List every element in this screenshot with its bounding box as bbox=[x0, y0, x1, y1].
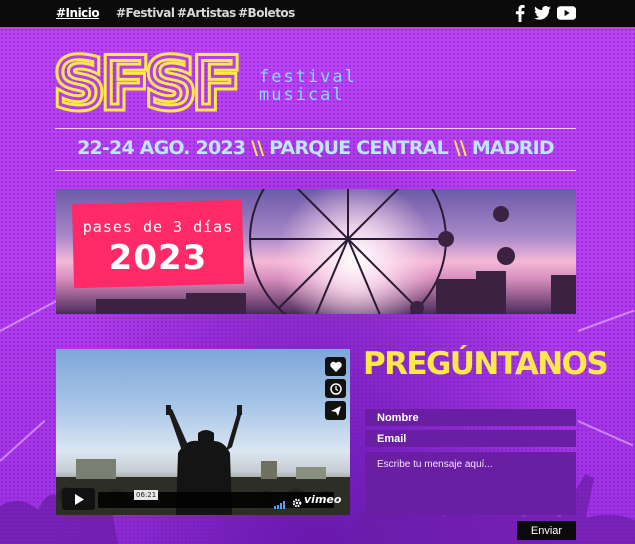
youtube-icon[interactable] bbox=[556, 4, 576, 22]
event-city: MADRID bbox=[471, 137, 555, 159]
divider bbox=[55, 128, 576, 129]
video-controls: 06:21 vimeo bbox=[62, 488, 346, 510]
event-separator: \\ bbox=[453, 137, 467, 159]
event-venue: PARQUE CENTRAL bbox=[269, 137, 449, 159]
facebook-icon[interactable] bbox=[510, 4, 530, 22]
event-dates: 22-24 AGO. 2023 bbox=[77, 137, 246, 159]
divider bbox=[55, 170, 576, 171]
sfsf-logo: SFSF SFSF bbox=[51, 41, 251, 129]
logo-subtitle: festival musical bbox=[259, 68, 357, 104]
play-icon[interactable] bbox=[62, 488, 95, 510]
watch-later-icon[interactable] bbox=[325, 379, 346, 398]
nav-link-inicio[interactable]: #Inicio bbox=[56, 6, 100, 20]
share-icon[interactable] bbox=[325, 401, 346, 420]
like-icon[interactable] bbox=[325, 357, 346, 376]
logo-mark-inline: SFSF bbox=[55, 50, 238, 114]
contact-title: PREGÚNTANOS bbox=[363, 346, 609, 382]
message-field[interactable] bbox=[365, 452, 576, 515]
nav-link-boletos[interactable]: #Boletos bbox=[238, 6, 295, 20]
nav-link-festival[interactable]: #Festival bbox=[116, 6, 175, 20]
pass-year: 2023 bbox=[108, 238, 208, 278]
twitter-icon[interactable] bbox=[532, 4, 552, 22]
name-field[interactable] bbox=[365, 409, 576, 426]
logo-subtitle-line2: musical bbox=[259, 85, 345, 105]
video-progress-bar[interactable]: 06:21 vimeo bbox=[98, 490, 341, 509]
settings-icon[interactable] bbox=[292, 495, 302, 508]
email-field[interactable] bbox=[365, 430, 576, 447]
send-button[interactable]: Enviar bbox=[517, 521, 576, 540]
light-beam bbox=[577, 309, 635, 332]
vimeo-logo[interactable]: vimeo bbox=[304, 493, 341, 506]
video-time: 06:21 bbox=[134, 490, 159, 500]
event-info: 22-24 AGO. 2023 \\ PARQUE CENTRAL \\ MAD… bbox=[55, 137, 576, 159]
event-separator: \\ bbox=[251, 137, 264, 159]
nav-link-artistas[interactable]: #Artistas bbox=[177, 6, 236, 20]
logo-subtitle-line1: festival bbox=[259, 67, 357, 87]
volume-icon[interactable] bbox=[274, 496, 286, 509]
pass-label: pases de 3 días bbox=[82, 218, 234, 236]
top-navigation-bar: #Inicio #Festival #Artistas #Boletos bbox=[0, 0, 635, 27]
